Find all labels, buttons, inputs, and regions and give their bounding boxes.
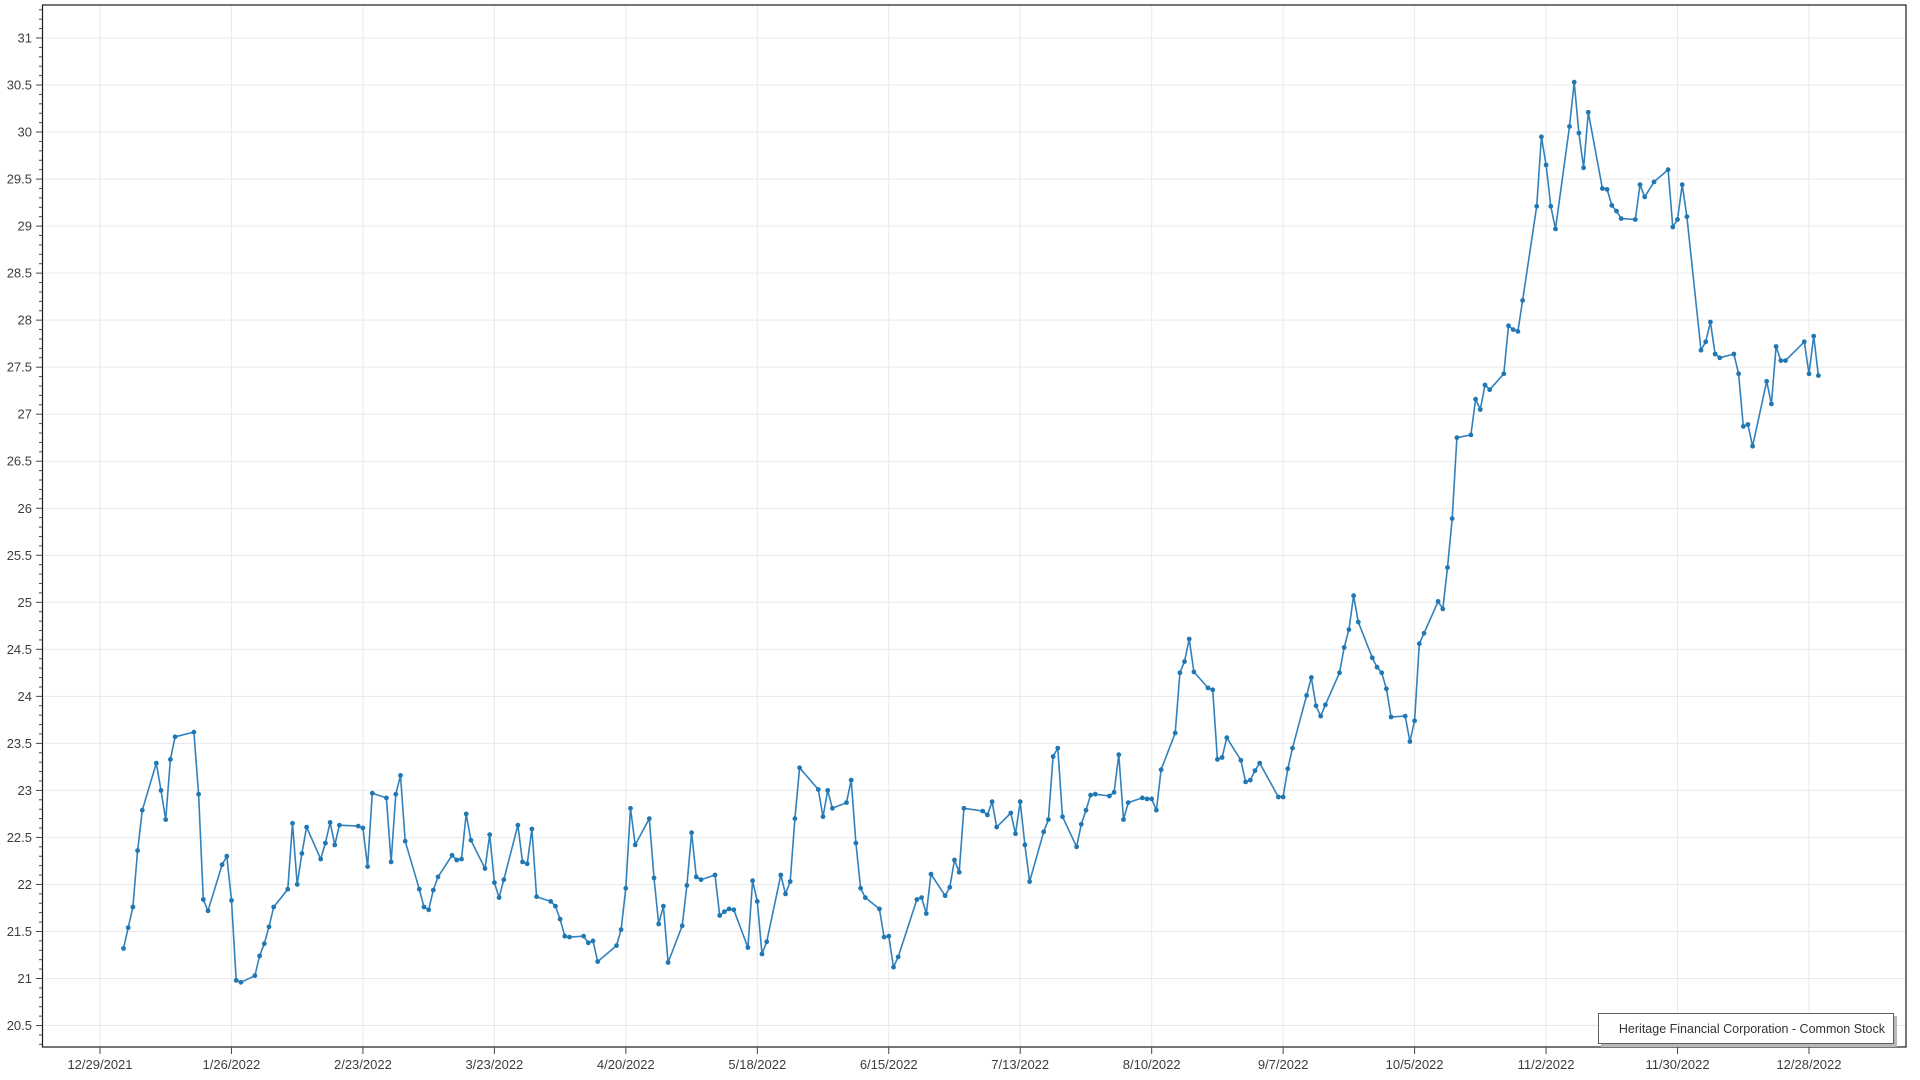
legend[interactable]: Heritage Financial Corporation - Common … (1598, 1013, 1894, 1044)
svg-text:11/30/2022: 11/30/2022 (1645, 1057, 1709, 1072)
svg-text:28.5: 28.5 (7, 266, 32, 281)
svg-text:21.5: 21.5 (7, 924, 32, 939)
svg-text:6/15/2022: 6/15/2022 (860, 1057, 918, 1072)
svg-text:30: 30 (18, 125, 32, 140)
svg-text:10/5/2022: 10/5/2022 (1386, 1057, 1444, 1072)
svg-text:9/7/2022: 9/7/2022 (1258, 1057, 1309, 1072)
y-axis-ticks (36, 10, 43, 1045)
svg-text:26: 26 (18, 501, 32, 516)
chart-container: 20.5 21 21.5 22 22.5 23 23.5 24 24.5 25 25.5 26 26.5… (0, 0, 1920, 1080)
svg-text:30.5: 30.5 (7, 78, 32, 93)
svg-text:23.5: 23.5 (7, 736, 32, 751)
svg-text:25.5: 25.5 (7, 548, 32, 563)
plot-border (43, 5, 1907, 1047)
svg-text:29.5: 29.5 (7, 172, 32, 187)
gridlines (43, 5, 1907, 1047)
svg-text:7/13/2022: 7/13/2022 (991, 1057, 1049, 1072)
legend-series-label: Heritage Financial Corporation - Common … (1619, 1022, 1885, 1036)
svg-text:20.5: 20.5 (7, 1018, 32, 1033)
stock-price-chart: 20.5 21 21.5 22 22.5 23 23.5 24 24.5 25 25.5 26 26.5… (0, 0, 1920, 1080)
svg-text:4/20/2022: 4/20/2022 (597, 1057, 655, 1072)
svg-text:26.5: 26.5 (7, 454, 32, 469)
svg-text:3/23/2022: 3/23/2022 (465, 1057, 523, 1072)
svg-text:25: 25 (18, 595, 32, 610)
svg-text:31: 31 (18, 31, 32, 46)
svg-text:27: 27 (18, 407, 32, 422)
svg-text:22.5: 22.5 (7, 830, 32, 845)
svg-text:12/28/2022: 12/28/2022 (1776, 1057, 1841, 1072)
series-markers (121, 80, 1821, 985)
legend-series-marker-icon (1609, 1023, 1611, 1035)
svg-text:1/26/2022: 1/26/2022 (203, 1057, 261, 1072)
svg-text:24: 24 (18, 689, 32, 704)
svg-text:23: 23 (18, 783, 32, 798)
svg-text:11/2/2022: 11/2/2022 (1518, 1057, 1575, 1072)
series-line (124, 82, 1819, 982)
svg-text:2/23/2022: 2/23/2022 (334, 1057, 392, 1072)
svg-text:28: 28 (18, 313, 32, 328)
svg-text:8/10/2022: 8/10/2022 (1123, 1057, 1181, 1072)
y-axis-labels: 20.5 21 21.5 22 22.5 23 23.5 24 24.5 25 25.5 26 26.5… (7, 31, 32, 1034)
svg-text:29: 29 (18, 219, 32, 234)
x-axis-ticks (100, 1047, 1809, 1054)
svg-text:27.5: 27.5 (7, 360, 32, 375)
svg-text:22: 22 (18, 877, 32, 892)
svg-text:24.5: 24.5 (7, 642, 32, 657)
svg-text:21: 21 (18, 971, 32, 986)
x-axis-labels: 12/29/2021 1/26/2022 2/23/2022 3/23/2022 4/2… (67, 1057, 1841, 1072)
svg-text:5/18/2022: 5/18/2022 (728, 1057, 786, 1072)
svg-text:12/29/2021: 12/29/2021 (67, 1057, 132, 1072)
